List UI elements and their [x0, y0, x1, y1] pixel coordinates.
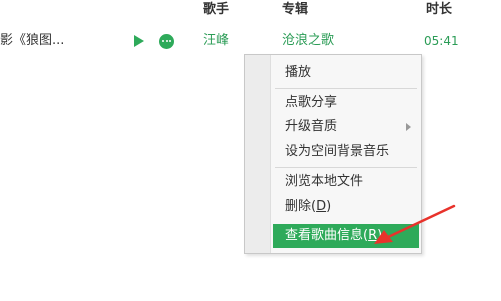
song-duration: 05:41: [424, 34, 459, 48]
column-header-duration[interactable]: 时长: [426, 0, 452, 20]
song-singer-link[interactable]: 汪峰: [203, 28, 229, 54]
menu-separator: [275, 88, 417, 89]
menu-item-delete-shortcut: D: [316, 199, 327, 214]
play-icon[interactable]: [134, 35, 144, 47]
menu-item-set-background-music-label: 设为空间背景音乐: [285, 144, 390, 159]
menu-item-share-song[interactable]: 点歌分享: [273, 92, 419, 114]
menu-separator: [275, 167, 417, 168]
song-album-link[interactable]: 沧浪之歌: [282, 28, 334, 54]
column-header-singer[interactable]: 歌手: [203, 0, 229, 20]
menu-item-set-background-music[interactable]: 设为空间背景音乐: [273, 141, 419, 163]
song-row[interactable]: 影《狼图... 汪峰 沧浪之歌 05:41: [0, 28, 501, 54]
more-icon[interactable]: [159, 34, 174, 49]
red-arrow-icon: [374, 204, 456, 244]
menu-item-play-label: 播放: [285, 65, 312, 80]
song-title[interactable]: 影《狼图...: [0, 28, 64, 54]
menu-item-upgrade-quality[interactable]: 升级音质: [273, 116, 419, 138]
menu-item-browse-local-file[interactable]: 浏览本地文件: [273, 171, 419, 193]
chevron-right-icon: [406, 123, 411, 131]
menu-gutter: [245, 55, 271, 253]
menu-item-browse-local-file-label: 浏览本地文件: [285, 174, 364, 189]
menu-item-play[interactable]: 播放: [273, 62, 419, 84]
column-header-album[interactable]: 专辑: [282, 0, 308, 20]
menu-item-share-song-label: 点歌分享: [285, 95, 338, 110]
menu-item-upgrade-quality-label: 升级音质: [285, 119, 338, 134]
menu-item-delete-label: 删除(D): [285, 199, 332, 214]
